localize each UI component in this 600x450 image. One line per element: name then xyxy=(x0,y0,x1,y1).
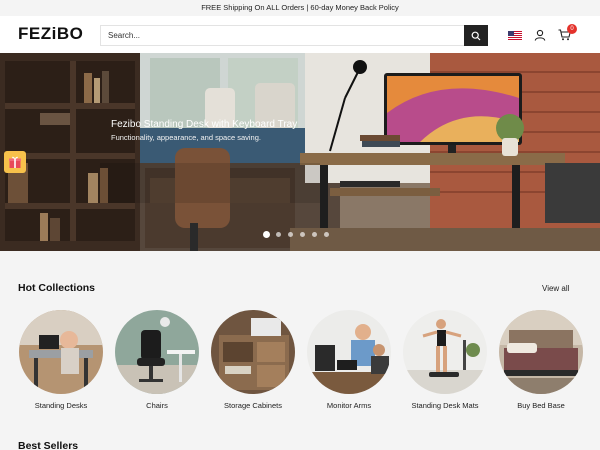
view-all-link[interactable]: View all xyxy=(542,284,569,293)
collection-storage-cabinets[interactable]: Storage Cabinets xyxy=(211,310,295,410)
collection-image xyxy=(115,310,199,394)
collection-chairs[interactable]: Chairs xyxy=(115,310,199,410)
best-sellers-title: Best Sellers xyxy=(18,440,79,450)
collection-standing-desk-mats[interactable]: Standing Desk Mats xyxy=(403,310,487,410)
hero-title: Fezibo Standing Desk with Keyboard Tray xyxy=(111,119,298,130)
search-button[interactable] xyxy=(464,25,488,46)
carousel-dot-1[interactable] xyxy=(264,232,269,237)
announcement-bar: FREE Shipping On ALL Orders | 60-day Mon… xyxy=(0,0,600,16)
hero-banner[interactable] xyxy=(0,53,600,251)
search-bar xyxy=(100,25,488,46)
hot-collections-title: Hot Collections xyxy=(18,282,96,294)
hero-subtitle: Functionality, appearance, and space sav… xyxy=(111,133,261,142)
search-icon xyxy=(471,31,481,40)
us-flag-icon[interactable] xyxy=(508,28,522,42)
hero-image xyxy=(0,53,600,251)
carousel-dot-3[interactable] xyxy=(288,232,293,237)
carousel-dot-5[interactable] xyxy=(312,232,317,237)
collection-buy-bed-base[interactable]: Buy Bed Base xyxy=(499,310,583,410)
carousel-dot-6[interactable] xyxy=(324,232,329,237)
logo[interactable]: FEZiBO xyxy=(18,24,83,44)
collection-image xyxy=(211,310,295,394)
collection-image xyxy=(307,310,391,394)
carousel-dot-2[interactable] xyxy=(276,232,281,237)
site-header: FEZiBO 0 xyxy=(0,16,600,54)
carousel-dots xyxy=(264,232,329,237)
collection-image xyxy=(499,310,583,394)
carousel-dot-4[interactable] xyxy=(300,232,305,237)
search-input[interactable] xyxy=(101,26,463,45)
collection-image xyxy=(19,310,103,394)
collection-standing-desks[interactable]: Standing Desks xyxy=(19,310,103,410)
cart-count-badge: 0 xyxy=(567,24,577,34)
collection-monitor-arms[interactable]: Monitor Arms xyxy=(307,310,391,410)
collection-image xyxy=(403,310,487,394)
user-icon[interactable] xyxy=(533,28,546,42)
gift-icon[interactable] xyxy=(4,151,26,173)
collection-label: Buy Bed Base xyxy=(517,401,565,410)
